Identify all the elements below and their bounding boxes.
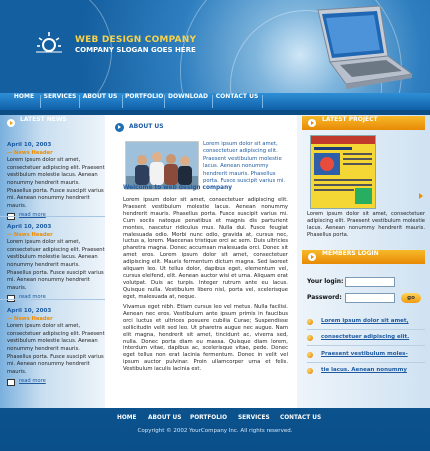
news-item: April 10, 2003 — News Header Lorem ipsum… [7, 308, 105, 386]
project-link[interactable]: tie lacus. Aenean nonummy [307, 367, 427, 374]
nav-download[interactable]: DOWNLOAD [167, 93, 209, 110]
news-text: Lorem ipsum dolor sit amet, consectetuer… [7, 157, 105, 209]
header: WEB DESIGN COMPANY COMPANY SLOGAN GOES H… [0, 0, 430, 93]
nav-contact-us[interactable]: CONTACT US [215, 93, 259, 110]
password-input[interactable] [345, 293, 395, 303]
divider [0, 216, 105, 217]
project-text: Lorem ipsum dolor sit amet, consectetuer… [307, 211, 425, 238]
copyright: Copyright © 2002 YourCompany Inc. All ri… [137, 428, 293, 434]
news-date: April 10, 2003 [7, 142, 52, 148]
about-title: ABOUT US [129, 123, 164, 130]
arrow-bullet-icon [308, 253, 316, 261]
about-heading: ABOUT US [115, 121, 164, 133]
link-text[interactable]: Lorem ipsum dolor sit amet, [321, 318, 409, 324]
bullet-icon [307, 352, 313, 358]
news-title: LATEST NEWS [20, 116, 67, 123]
divider [307, 345, 425, 346]
password-label: Password: [307, 294, 342, 301]
nav-divider [122, 95, 123, 108]
nav-services[interactable]: SERVICES [43, 93, 77, 110]
read-more-link[interactable]: read more [7, 378, 105, 386]
nav-divider [212, 95, 213, 108]
link-text[interactable]: Praesent vestibulum moles- [321, 351, 408, 357]
login-title: MEMBERS LOGIN [322, 250, 379, 257]
next-arrow-icon[interactable] [419, 193, 423, 199]
news-item: April 10, 2003 — News Header Lorem ipsum… [7, 142, 105, 220]
body-paragraph: Lorem ipsum dolor sit amet, consectetuer… [123, 197, 288, 300]
nav-divider [79, 95, 80, 108]
intro-text: Lorem ipsum dolor sit amet, consectetuer… [203, 141, 286, 185]
go-button[interactable]: go [401, 293, 421, 303]
footer-home[interactable]: HOME [117, 415, 137, 421]
news-header: — News Header [7, 231, 53, 238]
project-thumbnail[interactable] [310, 135, 376, 209]
login-input[interactable] [345, 277, 395, 287]
footer: HOME ABOUT US PORTFOLIO SERVICES CONTACT… [0, 408, 430, 451]
divider [307, 329, 425, 330]
main-content: ABOUT US Lorem ipsum dolor sit amet, con… [105, 115, 297, 408]
link-text[interactable]: consectetuer adipiscing elit. [321, 334, 409, 340]
company-slogan: COMPANY SLOGAN GOES HERE [75, 46, 196, 54]
main-nav: HOME SERVICES ABOUT US PORTFOLIO DOWNLOA… [0, 93, 430, 110]
bullet-icon [307, 368, 313, 374]
news-text: Lorem ipsum dolor sit amet, consectetuer… [7, 239, 105, 291]
footer-services[interactable]: SERVICES [238, 415, 270, 421]
nav-portfolio[interactable]: PORTFOLIO [125, 93, 163, 110]
login-heading: MEMBERS LOGIN [302, 250, 425, 264]
project-heading: LATEST PROJECT [302, 116, 425, 130]
right-sidebar: LATEST PROJECT Lorem ipsum dolor sit ame… [297, 115, 430, 408]
nav-home[interactable]: HOME [10, 93, 38, 110]
news-date: April 10, 2003 [7, 224, 52, 230]
footer-about-us[interactable]: ABOUT US [148, 415, 181, 421]
bullet-icon [307, 319, 313, 325]
nav-divider [262, 95, 263, 108]
news-header: — News Header [7, 315, 53, 322]
arrow-bullet-icon [7, 119, 15, 127]
news-item: April 10, 2003 — News Header Lorem ipsum… [7, 224, 105, 302]
sun-logo-icon [36, 32, 62, 53]
project-link[interactable]: Lorem ipsum dolor sit amet, [307, 318, 427, 325]
news-header: — News Header [7, 149, 53, 156]
welcome-heading: Welcome to web design company [123, 185, 232, 191]
bullet-icon [307, 335, 313, 341]
news-date: April 10, 2003 [7, 308, 52, 314]
project-link[interactable]: consectetuer adipiscing elit. [307, 334, 427, 341]
project-link[interactable]: Praesent vestibulum moles- [307, 351, 427, 358]
footer-portfolio[interactable]: PORTFOLIO [190, 415, 227, 421]
arrow-bullet-icon [308, 119, 316, 127]
news-sidebar: LATEST NEWS April 10, 2003 — News Header… [0, 115, 105, 408]
arrow-bullet-icon [115, 123, 124, 132]
project-title: LATEST PROJECT [322, 116, 378, 123]
nav-about-us[interactable]: ABOUT US [82, 93, 118, 110]
divider [0, 299, 105, 300]
laptop-icon [317, 5, 414, 89]
nav-divider [164, 95, 165, 108]
login-label: Your login: [307, 278, 344, 285]
company-name: WEB DESIGN COMPANY [75, 35, 197, 45]
page: WEB DESIGN COMPANY COMPANY SLOGAN GOES H… [0, 0, 430, 451]
nav-divider [40, 95, 41, 108]
footer-contact-us[interactable]: CONTACT US [280, 415, 321, 421]
news-text: Lorem ipsum dolor sit amet, consectetuer… [7, 323, 105, 375]
divider [307, 362, 425, 363]
team-photo [125, 141, 199, 190]
link-text[interactable]: tie lacus. Aenean nonummy [321, 367, 407, 373]
body-paragraph: Vivamus eget nibh. Etiam cursus leo vel … [123, 304, 288, 373]
